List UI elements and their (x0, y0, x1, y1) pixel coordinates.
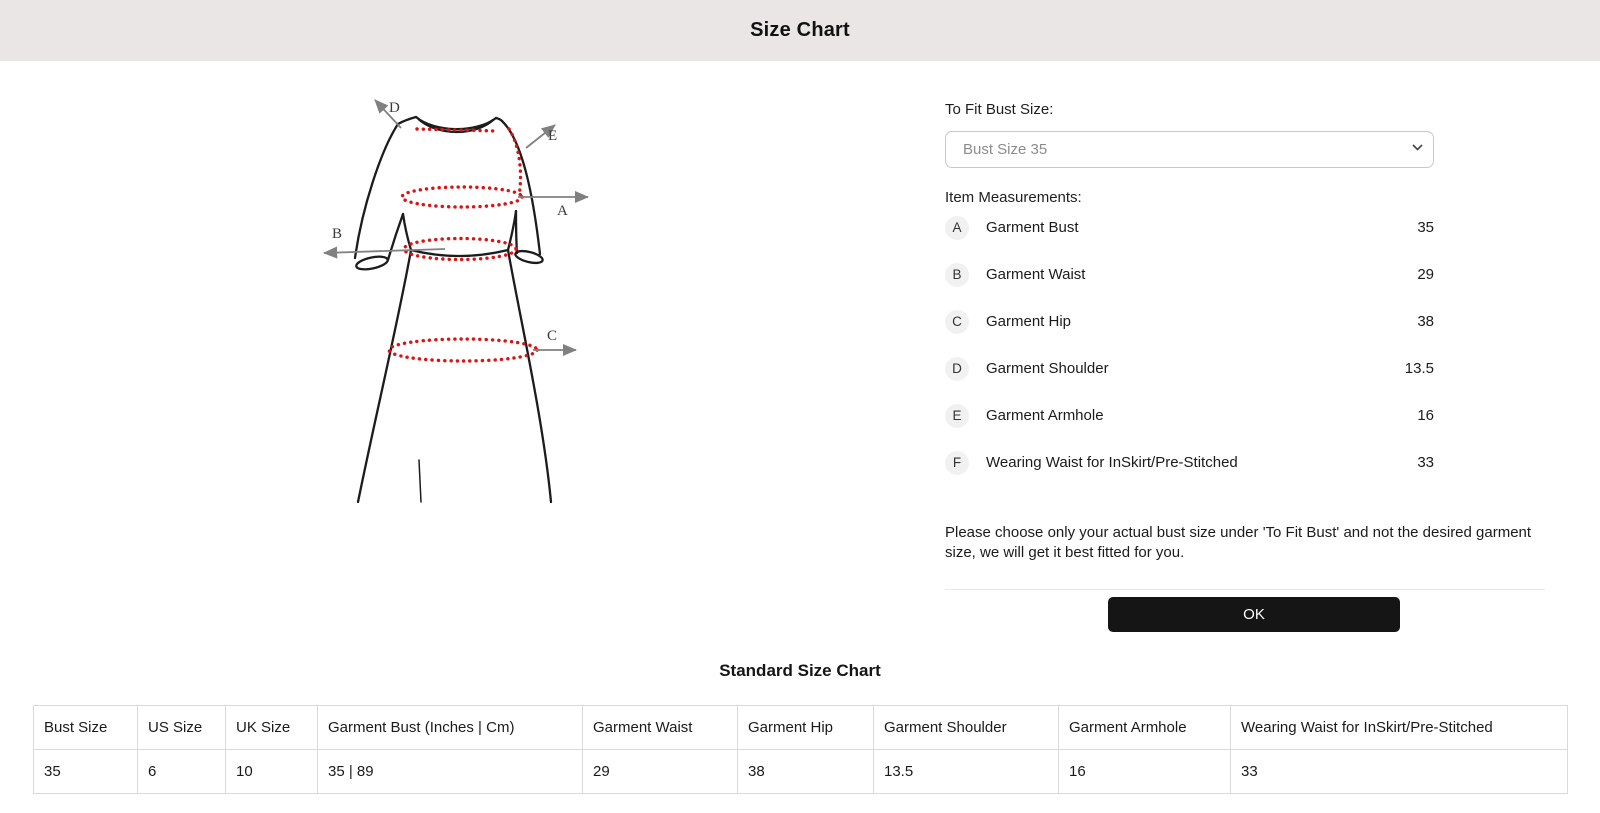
size-table-column-header: Garment Bust (Inches | Cm) (318, 706, 583, 750)
size-table-column-header: Garment Waist (583, 706, 738, 750)
measurement-row: F Wearing Waist for InSkirt/Pre-Stitched 3… (945, 439, 1434, 486)
measurement-value: 13.5 (1405, 360, 1434, 377)
bust-size-select-wrap: Bust Size 35 (945, 131, 1434, 168)
measurement-row: C Garment Hip 38 (945, 298, 1434, 345)
size-table-cell: 38 (738, 750, 874, 794)
size-table-header-row: Bust SizeUS SizeUK SizeGarment Bust (Inc… (34, 706, 1568, 750)
measurement-value: 16 (1417, 407, 1434, 424)
size-table-column-header: Garment Hip (738, 706, 874, 750)
size-table-row: 3561035 | 89293813.51633 (34, 750, 1568, 794)
diagram-label-b: B (332, 226, 342, 242)
bust-size-select[interactable]: Bust Size 35 (945, 131, 1434, 168)
size-table-cell: 10 (226, 750, 318, 794)
ok-button[interactable]: OK (1108, 597, 1400, 632)
measurement-letter-badge: E (945, 404, 969, 428)
measurement-label: Garment Bust (986, 219, 1079, 236)
measurement-letter-badge: D (945, 357, 969, 381)
measurement-label: Garment Shoulder (986, 360, 1109, 377)
measurement-row: D Garment Shoulder 13.5 (945, 345, 1434, 392)
fit-panel: To Fit Bust Size: Bust Size 35 Item Meas… (945, 95, 1545, 640)
measurement-value: 33 (1417, 454, 1434, 471)
size-table-column-header: Garment Shoulder (874, 706, 1059, 750)
to-fit-bust-size-label: To Fit Bust Size: (945, 101, 1053, 118)
measurement-value: 38 (1417, 313, 1434, 330)
size-table-cell: 35 | 89 (318, 750, 583, 794)
diagram-label-e: E (548, 128, 557, 144)
size-table-column-header: Wearing Waist for InSkirt/Pre-Stitched (1231, 706, 1568, 750)
measurement-row: A Garment Bust 35 (945, 204, 1434, 251)
measurement-list: A Garment Bust 35 B Garment Waist 29 C Garment … (945, 204, 1434, 486)
measurement-letter-badge: C (945, 310, 969, 334)
measurement-label: Garment Waist (986, 266, 1085, 283)
dress-outline (355, 117, 551, 502)
size-table-cell: 33 (1231, 750, 1568, 794)
dress-measurement-diagram: D E A B C (305, 88, 595, 503)
measurement-row: E Garment Armhole 16 (945, 392, 1434, 439)
header-bar: Size Chart (0, 0, 1600, 61)
standard-size-chart-title: Standard Size Chart (0, 661, 1600, 681)
size-table-cell: 29 (583, 750, 738, 794)
measurement-row: B Garment Waist 29 (945, 251, 1434, 298)
standard-size-chart-table: Bust SizeUS SizeUK SizeGarment Bust (Inc… (33, 705, 1568, 794)
panel-divider (945, 589, 1545, 590)
size-table-column-header: UK Size (226, 706, 318, 750)
diagram-label-d: D (389, 100, 400, 116)
measurement-letter-badge: F (945, 451, 969, 475)
measurement-label: Wearing Waist for InSkirt/Pre-Stitched (986, 454, 1238, 471)
measurement-dotted-marks (389, 129, 537, 361)
size-table-cell: 35 (34, 750, 138, 794)
measurement-value: 29 (1417, 266, 1434, 283)
size-table-cell: 16 (1059, 750, 1231, 794)
fit-note-text: Please choose only your actual bust size… (945, 523, 1545, 563)
measurement-letter-badge: B (945, 263, 969, 287)
size-table-column-header: Garment Armhole (1059, 706, 1231, 750)
measurement-letter-badge: A (945, 216, 969, 240)
size-table-cell: 6 (138, 750, 226, 794)
page-title: Size Chart (750, 19, 850, 42)
size-table-cell: 13.5 (874, 750, 1059, 794)
size-table-body: 3561035 | 89293813.51633 (34, 750, 1568, 794)
dress-diagram-container: D E A B C (305, 88, 595, 503)
measurement-label: Garment Armhole (986, 407, 1104, 424)
measurement-value: 35 (1417, 219, 1434, 236)
measurement-label: Garment Hip (986, 313, 1071, 330)
diagram-label-c: C (547, 328, 557, 344)
size-table-column-header: US Size (138, 706, 226, 750)
diagram-label-a: A (557, 203, 568, 219)
size-table-column-header: Bust Size (34, 706, 138, 750)
